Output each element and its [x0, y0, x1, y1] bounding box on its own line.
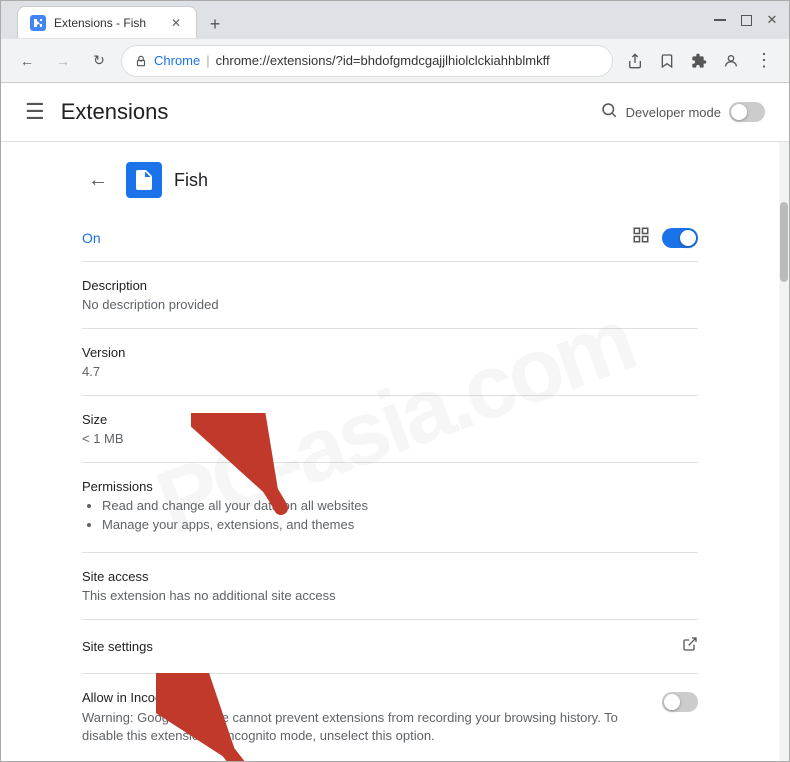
maximize-button[interactable] — [737, 11, 755, 29]
extension-name: Fish — [174, 170, 208, 191]
site-access-section: Site access This extension has no additi… — [82, 553, 698, 620]
browser-tab[interactable]: Extensions - Fish ✕ — [17, 6, 197, 38]
extension-logo — [126, 162, 162, 198]
incognito-toggle[interactable] — [662, 692, 698, 712]
size-section: Size < 1 MB — [82, 396, 698, 463]
search-button[interactable] — [600, 101, 618, 124]
incognito-description: Warning: Google Chrome cannot prevent ex… — [82, 709, 646, 745]
extensions-button[interactable] — [685, 47, 713, 75]
address-site-name: Chrome — [154, 53, 200, 68]
bookmark-button[interactable] — [653, 47, 681, 75]
size-value: < 1 MB — [82, 431, 698, 446]
description-label: Description — [82, 278, 698, 293]
extension-enable-toggle[interactable] — [662, 228, 698, 248]
version-label: Version — [82, 345, 698, 360]
back-nav-button[interactable]: ← — [13, 47, 41, 75]
developer-mode-toggle[interactable] — [729, 102, 765, 122]
back-to-extensions-button[interactable]: ← — [82, 164, 114, 196]
vertical-scrollbar[interactable] — [779, 142, 789, 761]
tab-close-button[interactable]: ✕ — [168, 15, 184, 31]
description-value: No description provided — [82, 297, 698, 312]
incognito-label: Allow in Incognito — [82, 690, 646, 705]
developer-mode-label: Developer mode — [626, 105, 721, 120]
address-separator: | — [206, 53, 209, 68]
incognito-section: Allow in Incognito Warning: Google Chrom… — [82, 674, 698, 761]
forward-nav-button[interactable]: → — [49, 47, 77, 75]
permissions-section: Permissions Read and change all your dat… — [82, 463, 698, 553]
site-settings-row[interactable]: Site settings — [82, 620, 698, 674]
permission-item-1: Read and change all your data on all web… — [102, 498, 698, 513]
tab-title: Extensions - Fish — [54, 16, 146, 30]
minimize-button[interactable] — [711, 11, 729, 29]
sidebar-toggle-button[interactable]: ☰ — [25, 99, 45, 125]
permissions-list: Read and change all your data on all web… — [82, 498, 698, 532]
grid-view-icon[interactable] — [632, 226, 650, 249]
page-share-button[interactable] — [621, 47, 649, 75]
address-url-text: chrome://extensions/?id=bhdofgmdcgajjlhi… — [216, 53, 550, 68]
page-title: Extensions — [61, 99, 600, 125]
extension-status-label: On — [82, 230, 632, 246]
site-access-label: Site access — [82, 569, 698, 584]
address-bar: ← → ↻ Chrome | chrome://extensions/?id=b… — [1, 39, 789, 83]
profile-button[interactable] — [717, 47, 745, 75]
refresh-nav-button[interactable]: ↻ — [85, 47, 113, 75]
external-link-icon — [682, 636, 698, 657]
address-input[interactable]: Chrome | chrome://extensions/?id=bhdofgm… — [121, 45, 613, 77]
new-tab-button[interactable]: + — [201, 10, 229, 38]
extensions-header: ☰ Extensions Developer mode — [1, 83, 789, 142]
permission-item-2: Manage your apps, extensions, and themes — [102, 517, 698, 532]
site-settings-label: Site settings — [82, 639, 682, 654]
size-label: Size — [82, 412, 698, 427]
lock-icon — [134, 54, 148, 68]
version-section: Version 4.7 — [82, 329, 698, 396]
scrollbar-thumb[interactable] — [780, 202, 788, 282]
close-button[interactable]: ✕ — [763, 11, 781, 29]
extension-detail-panel: ← Fish On — [1, 142, 779, 761]
menu-button[interactable]: ⋮ — [749, 47, 777, 75]
extension-nav: ← Fish — [82, 142, 698, 214]
description-section: Description No description provided — [82, 262, 698, 329]
version-value: 4.7 — [82, 364, 698, 379]
tab-extension-icon — [30, 15, 46, 31]
extension-status-row: On — [82, 214, 698, 262]
site-access-value: This extension has no additional site ac… — [82, 588, 698, 603]
permissions-label: Permissions — [82, 479, 698, 494]
